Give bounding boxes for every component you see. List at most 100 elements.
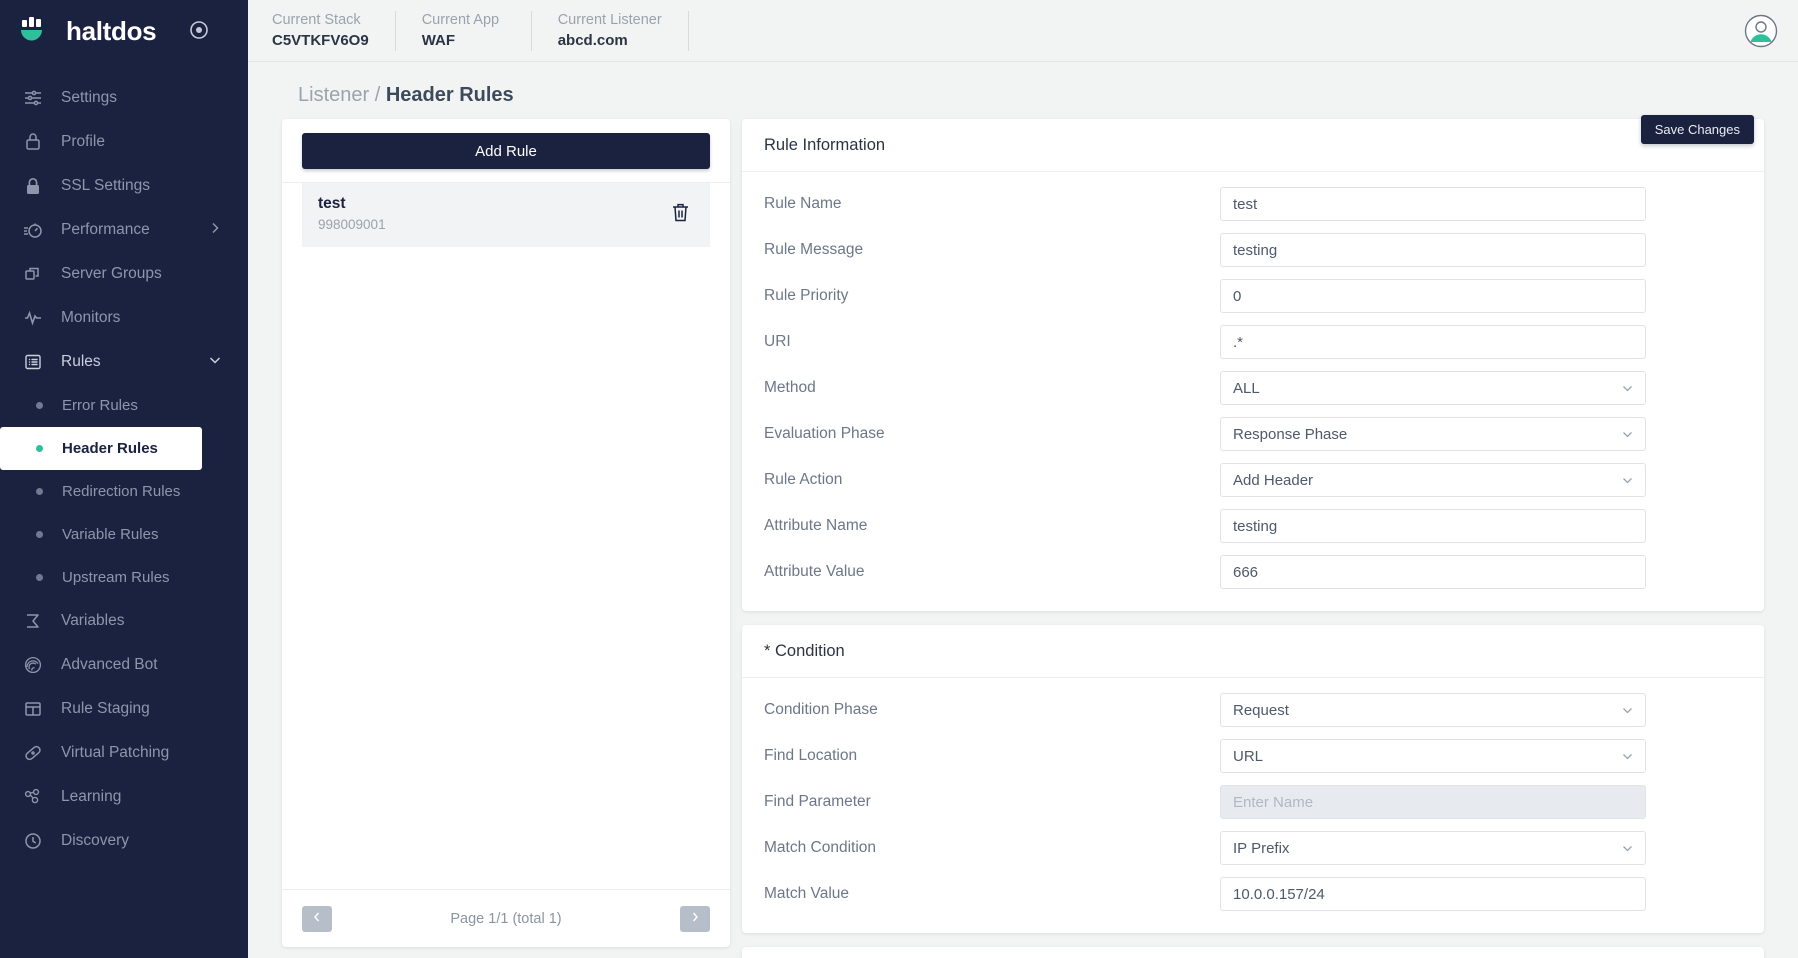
- sidebar-item-label: Error Rules: [62, 397, 138, 414]
- bullet-dot-icon: [36, 402, 43, 409]
- sidebar-item-virtual-patching[interactable]: Virtual Patching: [0, 731, 248, 775]
- sidebar-group-rules[interactable]: Rules: [0, 340, 248, 384]
- field-rule-priority: Rule Priority: [764, 273, 1742, 319]
- list-item[interactable]: test 998009001: [302, 183, 710, 247]
- rule-priority-input[interactable]: [1220, 279, 1646, 313]
- chevron-left-icon: [312, 911, 322, 926]
- field-label: Match Value: [764, 885, 850, 902]
- sidebar-item-label: Variable Rules: [62, 526, 159, 543]
- chevron-right-icon[interactable]: [208, 221, 222, 240]
- trash-icon[interactable]: [667, 198, 694, 230]
- field-uri: URI: [764, 319, 1742, 365]
- chevron-down-icon[interactable]: [208, 353, 222, 372]
- sidebar: haltdos Settings Profile SSL Settings Pe…: [0, 0, 248, 958]
- brand-header[interactable]: haltdos: [0, 0, 248, 62]
- field-match-value: Match Value: [764, 871, 1742, 917]
- sidebar-item-discovery[interactable]: Discovery: [0, 819, 248, 863]
- condition-body: Condition Phase Find Location: [742, 678, 1764, 933]
- rule-action-select[interactable]: [1220, 463, 1646, 497]
- activity-icon: [22, 307, 44, 329]
- pagination-prev-button[interactable]: [302, 905, 332, 932]
- field-rule-action: Rule Action: [764, 457, 1742, 503]
- attribute-value-input[interactable]: [1220, 555, 1646, 589]
- sidebar-item-variables[interactable]: Variables: [0, 599, 248, 643]
- field-label: Find Location: [764, 747, 858, 764]
- sidebar-item-label: Header Rules: [62, 440, 158, 457]
- find-location-select[interactable]: [1220, 739, 1646, 773]
- field-label: URI: [764, 333, 791, 350]
- condition-card: * Condition Condition Phase Request Find…: [742, 625, 1764, 933]
- field-attribute-name: Attribute Name: [764, 503, 1742, 549]
- field-label: Evaluation Phase: [764, 425, 885, 442]
- sidebar-item-label: Monitors: [61, 309, 121, 326]
- field-rule-name: Rule Name: [764, 181, 1742, 227]
- uri-input[interactable]: [1220, 325, 1646, 359]
- pagination-next-button[interactable]: [680, 905, 710, 932]
- breadcrumb-parent[interactable]: Listener: [298, 84, 369, 106]
- method-select-wrap: [1220, 371, 1646, 405]
- sidebar-item-rule-staging[interactable]: Rule Staging: [0, 687, 248, 731]
- bullet-dot-icon: [36, 531, 43, 538]
- sidebar-item-advanced-bot[interactable]: Advanced Bot: [0, 643, 248, 687]
- condition-phase-select-wrap: [1220, 693, 1646, 727]
- sidebar-item-performance[interactable]: Performance: [0, 208, 248, 252]
- sidebar-item-variable-rules[interactable]: Variable Rules: [0, 513, 248, 556]
- sidebar-item-label: Learning: [61, 788, 122, 805]
- field-label: Attribute Name: [764, 517, 868, 534]
- sidebar-item-ssl-settings[interactable]: SSL Settings: [0, 164, 248, 208]
- match-value-input[interactable]: [1220, 877, 1646, 911]
- add-rule-button[interactable]: Add Rule: [302, 133, 710, 169]
- condition-phase-select[interactable]: [1220, 693, 1646, 727]
- sidebar-item-label: Discovery: [61, 832, 130, 849]
- main-area: Current Stack C5VTKFV6O9 Current App WAF…: [248, 0, 1798, 958]
- field-label: Rule Message: [764, 241, 864, 258]
- save-changes-button[interactable]: Save Changes: [1640, 115, 1754, 144]
- rule-item-name: test: [318, 195, 346, 212]
- rule-information-title: Rule Information: [742, 119, 1764, 172]
- evaluation-phase-select[interactable]: [1220, 417, 1646, 451]
- server-groups-icon: [22, 263, 44, 285]
- bullet-dot-icon: [36, 445, 43, 452]
- page-title: Header Rules: [385, 84, 514, 106]
- archive-icon: [22, 698, 44, 720]
- attribute-name-input[interactable]: [1220, 509, 1646, 543]
- sidebar-item-upstream-rules[interactable]: Upstream Rules: [0, 556, 248, 599]
- field-label: Attribute Value: [764, 563, 865, 580]
- context-value: WAF: [421, 31, 456, 49]
- sidebar-item-monitors[interactable]: Monitors: [0, 296, 248, 340]
- fingerprint-icon: [22, 654, 44, 676]
- context-current-listener: Current Listener abcd.com: [557, 10, 689, 51]
- rules-list-panel: Add Rule test 998009001 Page 1/1 (total …: [282, 119, 730, 947]
- context-group: Current Stack C5VTKFV6O9 Current App WAF…: [248, 9, 715, 53]
- user-avatar-icon[interactable]: [1744, 14, 1778, 53]
- match-condition-select-wrap: [1220, 831, 1646, 865]
- sidebar-item-profile[interactable]: Profile: [0, 120, 248, 164]
- rule-message-input[interactable]: [1220, 233, 1646, 267]
- rule-item-id: 998009001: [318, 217, 386, 232]
- pagination: Page 1/1 (total 1): [282, 889, 730, 947]
- find-location-select-wrap: [1220, 739, 1646, 773]
- sigma-icon: [22, 610, 44, 632]
- sidebar-item-settings[interactable]: Settings: [0, 76, 248, 120]
- find-parameter-input[interactable]: [1220, 785, 1646, 819]
- sidebar-item-learning[interactable]: Learning: [0, 775, 248, 819]
- sidebar-item-redirection-rules[interactable]: Redirection Rules: [0, 470, 248, 513]
- method-select[interactable]: [1220, 371, 1646, 405]
- chevron-right-icon: [690, 911, 700, 926]
- top-bar: Current Stack C5VTKFV6O9 Current App WAF…: [248, 0, 1798, 62]
- target-icon[interactable]: [188, 19, 212, 43]
- field-find-location: Find Location: [764, 733, 1742, 779]
- match-condition-select[interactable]: [1220, 831, 1646, 865]
- field-attribute-value: Attribute Value: [764, 549, 1742, 595]
- rule-name-input[interactable]: [1220, 187, 1646, 221]
- sidebar-item-error-rules[interactable]: Error Rules: [0, 384, 248, 427]
- rule-action-select-wrap: [1220, 463, 1646, 497]
- context-value: abcd.com: [557, 31, 628, 49]
- lock-icon: [22, 175, 44, 197]
- add-rule-section: Add Rule: [282, 119, 730, 183]
- sidebar-item-header-rules[interactable]: Header Rules: [0, 427, 202, 470]
- clock-history-icon: [22, 830, 44, 852]
- pagination-text: Page 1/1 (total 1): [450, 910, 562, 927]
- sidebar-item-label: Settings: [61, 89, 118, 106]
- sidebar-item-server-groups[interactable]: Server Groups: [0, 252, 248, 296]
